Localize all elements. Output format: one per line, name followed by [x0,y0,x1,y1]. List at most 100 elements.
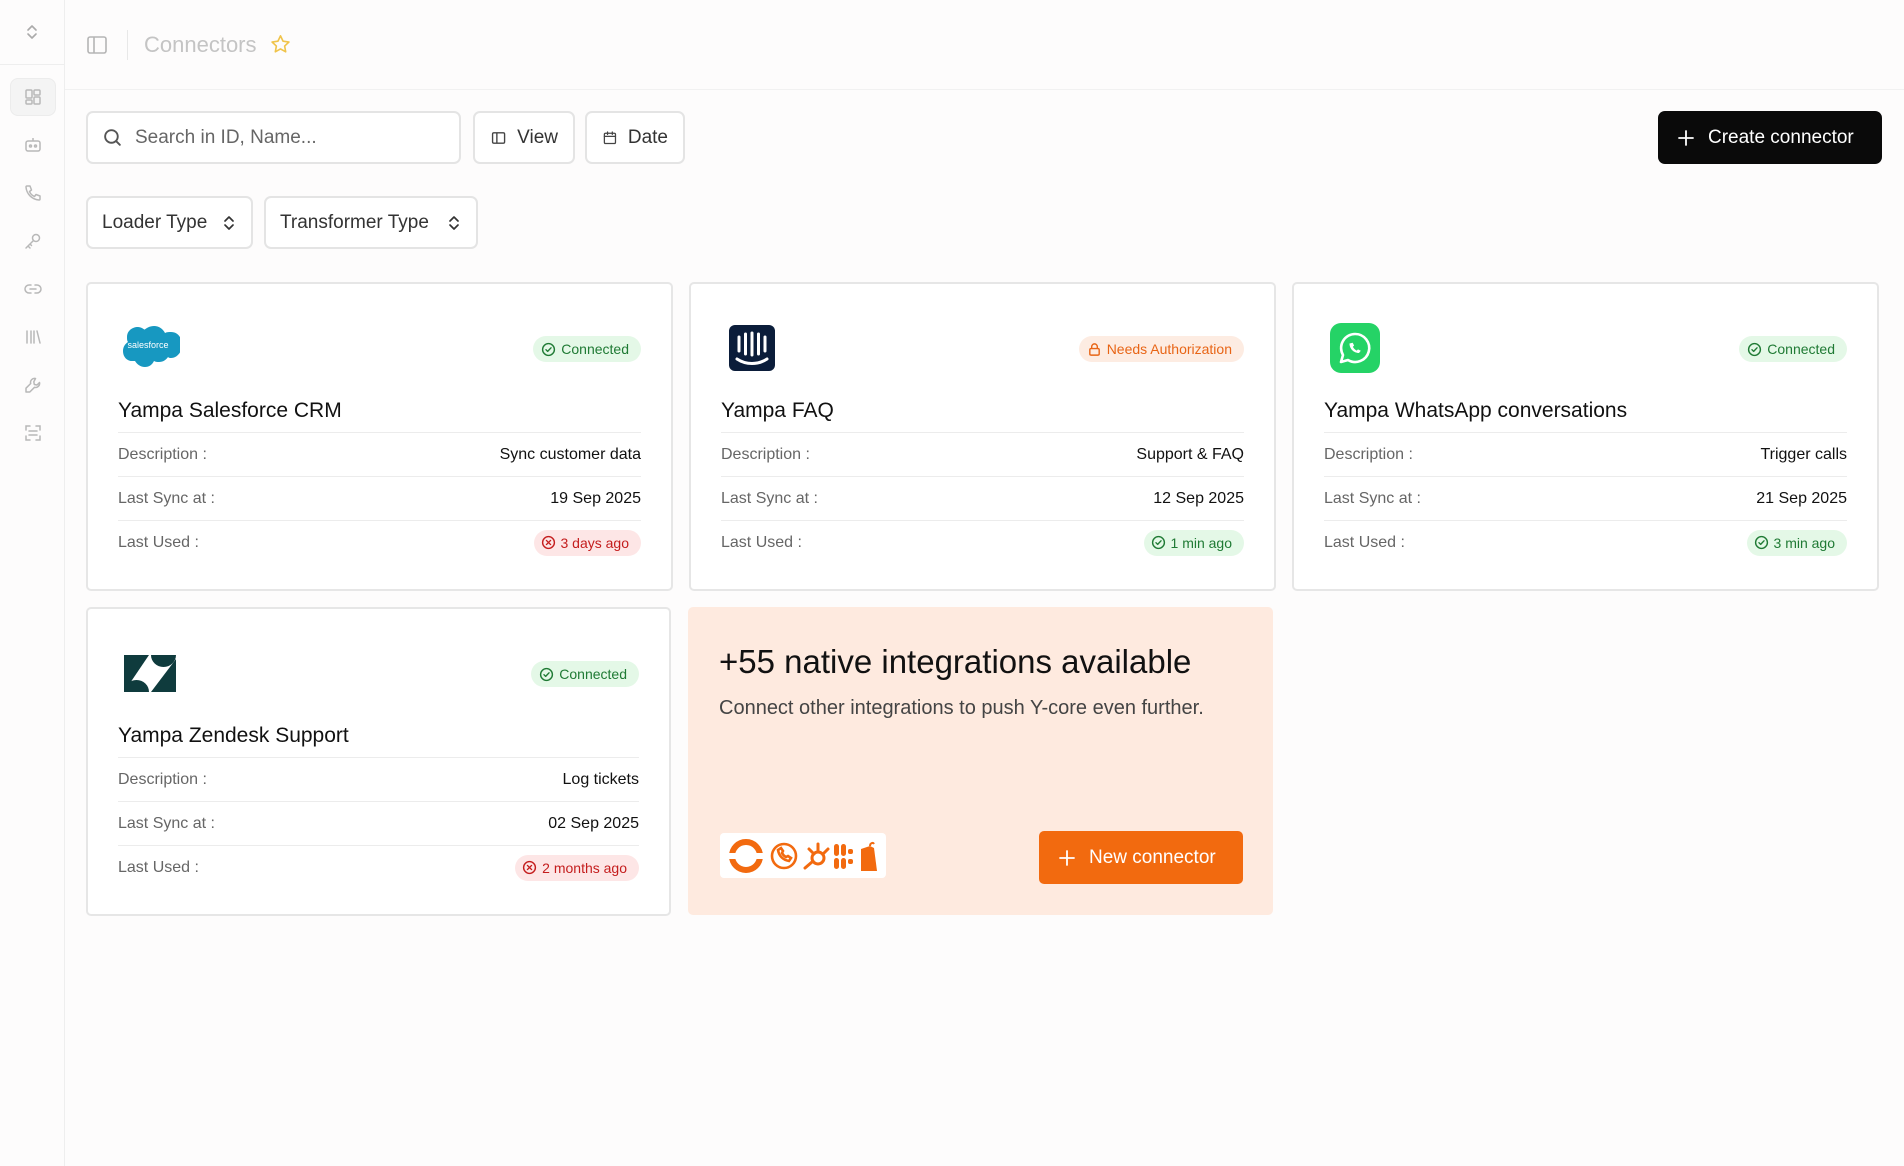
status-text: Connected [1767,341,1835,357]
last-sync-value: 02 Sep 2025 [548,814,639,832]
connector-name: Yampa FAQ [721,399,834,422]
library-icon [26,330,41,344]
lock-icon [1088,342,1100,356]
sidebar-item-keys[interactable] [10,222,56,260]
date-button[interactable]: Date [585,111,685,164]
connector-name: Yampa Salesforce CRM [118,399,342,422]
date-button-label: Date [627,126,668,148]
description-row: Description : Sync customer data [118,432,641,476]
columns-icon [491,131,506,144]
sidebar-item-calls[interactable] [10,174,56,212]
slack-logo [834,843,853,869]
create-connector-button[interactable]: Create connector [1658,111,1882,164]
search-input[interactable] [135,126,435,149]
wrench-icon [25,377,41,393]
search-box[interactable] [86,111,461,164]
last-sync-row: Last Sync at : 19 Sep 2025 [118,476,641,520]
phone-logo [770,842,798,869]
sidebar-item-connectors[interactable] [10,270,56,308]
star-icon[interactable] [269,33,292,56]
status-text: Needs Authorization [1106,341,1232,357]
header-divider [127,30,128,60]
last-sync-value: 19 Sep 2025 [550,489,641,507]
check-circle-icon [1748,342,1762,356]
phone-icon [25,185,41,201]
description-label: Description : [118,770,207,788]
last-used-label: Last Used : [721,533,802,551]
description-value: Trigger calls [1760,445,1847,463]
sidebar-item-bots[interactable] [10,126,56,164]
description-value: Support & FAQ [1136,445,1244,463]
whatsapp-logo [1324,322,1386,374]
sidebar-item-tools[interactable] [10,366,56,404]
page-header: Connectors [65,0,1904,90]
last-sync-row: Last Sync at : 21 Sep 2025 [1324,476,1847,520]
sidebar [0,0,65,1166]
sidebar-panel-icon[interactable] [85,33,109,57]
last-used-value: 3 days ago [560,534,630,551]
sidebar-item-dashboard[interactable] [10,78,56,116]
view-button-label: View [517,126,558,148]
zendesk-logo [118,647,180,699]
loader-type-filter[interactable]: Loader Type [86,196,253,249]
description-label: Description : [721,445,810,463]
connector-card[interactable]: Connected Yampa Zendesk Support Descript… [86,607,671,916]
circle-logo [726,838,766,873]
view-button[interactable]: View [473,111,575,164]
last-used-label: Last Used : [118,858,199,876]
last-used-badge: 1 min ago [1143,529,1244,556]
integration-logos [720,833,886,878]
last-used-row: Last Used : 1 min ago [721,520,1244,564]
last-sync-label: Last Sync at : [118,814,215,832]
sidebar-item-scan[interactable] [10,414,56,452]
transformer-type-filter[interactable]: Transformer Type [264,196,478,249]
last-sync-label: Last Sync at : [118,489,215,507]
description-row: Description : Log tickets [118,757,639,801]
grid-icon [25,89,41,105]
sidebar-item-library[interactable] [10,318,56,356]
last-used-row: Last Used : 3 days ago [118,520,641,564]
promo-heading: +55 native integrations available [719,643,1192,680]
x-circle-icon [523,860,537,875]
check-circle-icon [1754,535,1768,550]
last-used-label: Last Used : [118,533,199,551]
last-sync-value: 12 Sep 2025 [1153,489,1244,507]
create-connector-label: Create connector [1708,126,1854,148]
x-circle-icon [541,535,555,550]
new-connector-button[interactable]: New connector [1039,831,1243,884]
check-circle-icon [1151,535,1165,550]
description-value: Sync customer data [499,445,641,463]
key-icon [25,233,41,249]
status-text: Connected [561,341,629,357]
status-badge: Connected [533,336,641,362]
loader-type-label: Loader Type [102,211,208,233]
connector-card[interactable]: Connected Yampa WhatsApp conversations D… [1292,282,1879,591]
integrations-promo: +55 native integrations available Connec… [688,607,1273,915]
connector-card[interactable]: salesforce Connected Yampa Salesforce CR… [86,282,673,591]
last-used-row: Last Used : 2 months ago [118,845,639,889]
search-icon [104,129,121,146]
last-used-badge: 3 days ago [533,529,641,556]
description-label: Description : [118,445,207,463]
chevron-up-down-icon[interactable] [22,22,42,42]
chevron-up-down-icon [449,215,459,230]
chevron-up-down-icon [224,215,234,230]
promo-subtext: Connect other integrations to push Y-cor… [719,697,1204,719]
link-icon [24,284,42,294]
plus-icon [1059,849,1075,866]
last-sync-value: 21 Sep 2025 [1756,489,1847,507]
connector-name: Yampa WhatsApp conversations [1324,399,1628,422]
last-sync-row: Last Sync at : 12 Sep 2025 [721,476,1244,520]
status-badge: Needs Authorization [1078,336,1244,362]
new-connector-label: New connector [1089,846,1216,868]
status-badge: Connected [1739,336,1847,362]
scan-icon [25,425,41,441]
page-title: Connectors [144,32,257,57]
last-used-value: 2 months ago [542,859,627,876]
plus-icon [1678,129,1694,146]
last-used-value: 1 min ago [1170,534,1232,551]
check-circle-icon [540,667,554,681]
last-used-badge: 2 months ago [515,854,639,881]
connector-card[interactable]: Needs Authorization Yampa FAQ Descriptio… [689,282,1276,591]
check-circle-icon [542,342,556,356]
